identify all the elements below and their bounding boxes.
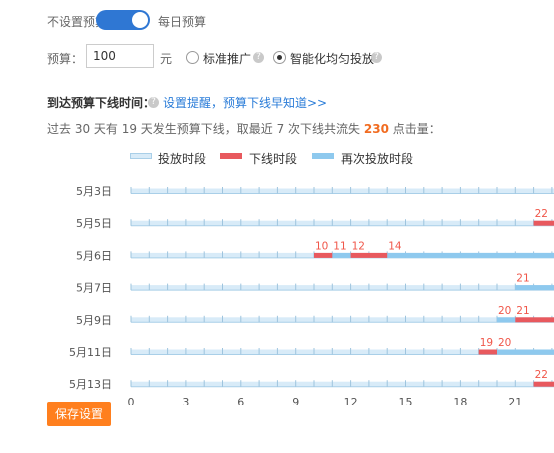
deliver-bar [131, 188, 554, 194]
deliver-bar [131, 381, 554, 387]
help-icon-standard[interactable]: ? [253, 52, 264, 63]
offline-hour-label: 22 [535, 208, 548, 220]
deliver-bar [131, 285, 554, 291]
row-date-label: 5月5日 [76, 217, 112, 230]
summary-prefix: 过去 30 天有 19 天发生预算下线，取最近 7 次下线共流失 [47, 122, 361, 136]
reminder-link[interactable]: 设置提醒，预算下线早知道>> [163, 94, 327, 111]
x-tick-label: 18 [453, 396, 467, 405]
x-tick-label: 21 [508, 396, 522, 405]
x-tick-label: 12 [344, 396, 358, 405]
help-icon-offline[interactable]: ? [148, 97, 159, 108]
offline-hour-label: 22 [535, 369, 548, 381]
offline-hour-label: 10 [315, 240, 328, 252]
x-tick-label: 15 [399, 396, 413, 405]
deliver-bar [131, 220, 554, 226]
offline-bar [533, 220, 554, 226]
redeliver-bar [515, 285, 554, 291]
budget-input[interactable]: 100 [86, 44, 154, 68]
radio-standard-label[interactable]: 标准推广 [203, 50, 251, 67]
x-tick-label: 9 [292, 396, 299, 405]
budget-label: 预算： [47, 52, 84, 66]
offline-hour-label: 21 [516, 273, 529, 285]
legend-redeliver-swatch [312, 153, 334, 159]
offline-title: 到达预算下线时间： [47, 96, 156, 110]
legend-deliver-swatch [130, 153, 152, 159]
row-date-label: 5月9日 [76, 314, 112, 327]
radio-smart-label[interactable]: 智能化均匀投放 [290, 50, 374, 67]
redeliver-bar [497, 317, 516, 323]
offline-bar [533, 381, 554, 387]
legend-offline-swatch [220, 153, 242, 159]
lost-clicks: 230 [363, 122, 389, 136]
budget-toggle[interactable] [96, 10, 150, 30]
offline-bar [314, 252, 333, 258]
help-icon-smart[interactable]: ? [371, 52, 382, 63]
radio-smart[interactable] [273, 51, 286, 64]
summary-suffix: 点击量： [392, 122, 441, 136]
offline-timeline-chart: 5月3日25月5日225月6日1011121425月7日2125月9日20215… [69, 185, 554, 405]
x-tick-label: 3 [182, 396, 189, 405]
redeliver-bar [497, 349, 554, 355]
offline-hour-label: 12 [352, 240, 365, 252]
row-date-label: 5月7日 [76, 282, 112, 295]
offline-bar [350, 252, 388, 258]
offline-bar [478, 349, 497, 355]
offline-hour-label: 20 [498, 305, 511, 317]
redeliver-bar [332, 252, 351, 258]
offline-bar [515, 317, 554, 323]
row-date-label: 5月6日 [76, 249, 112, 262]
offline-hour-label: 14 [388, 240, 402, 252]
offline-summary: 过去 30 天有 19 天发生预算下线，取最近 7 次下线共流失 230 点击量… [47, 120, 441, 137]
radio-standard[interactable] [186, 51, 199, 64]
deliver-bar [131, 317, 554, 323]
offline-hour-label: 11 [333, 240, 346, 252]
x-tick-label: 6 [237, 396, 244, 405]
budget-on-label: 每日预算 [158, 15, 207, 29]
row-date-label: 5月11日 [69, 346, 112, 359]
offline-hour-label: 20 [498, 337, 511, 349]
row-date-label: 5月13日 [69, 378, 112, 391]
offline-hour-label: 19 [480, 337, 493, 349]
row-date-label: 5月3日 [76, 185, 112, 198]
offline-hour-label: 21 [516, 305, 529, 317]
redeliver-bar [387, 252, 554, 258]
budget-unit: 元 [160, 52, 173, 66]
toggle-knob [132, 12, 148, 28]
save-button[interactable]: 保存设置 [47, 402, 111, 426]
x-tick-label: 0 [128, 396, 135, 405]
